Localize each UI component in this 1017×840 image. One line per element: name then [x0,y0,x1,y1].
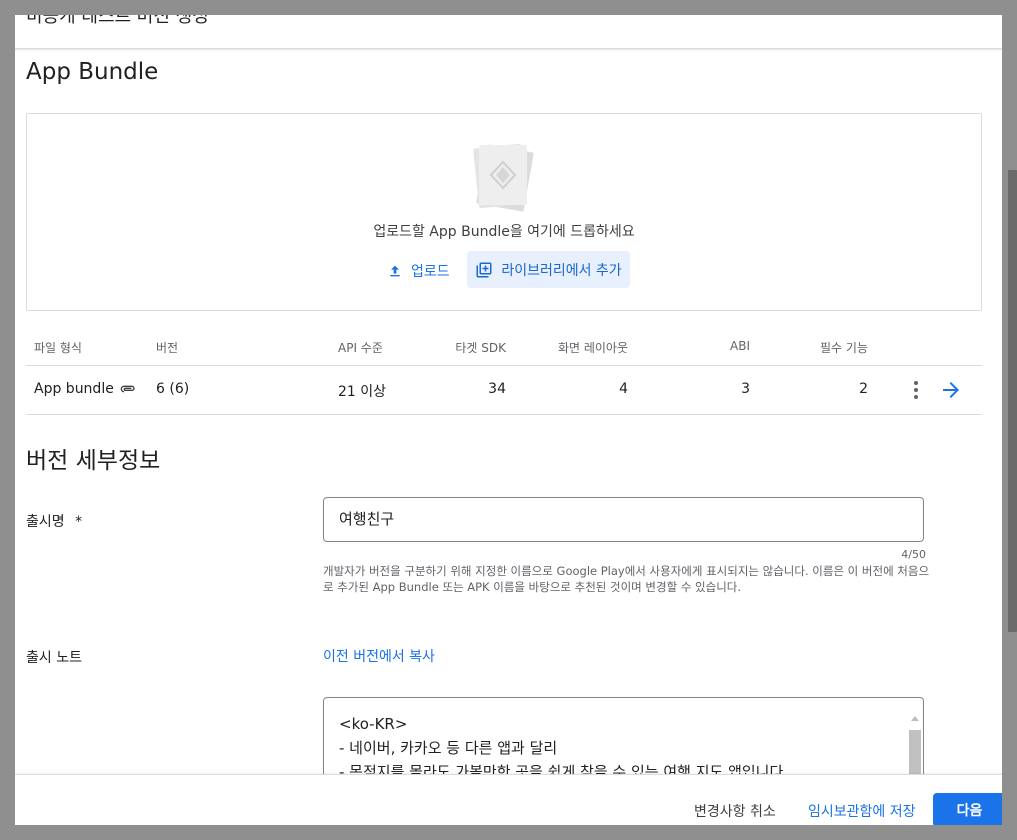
scroll-up-icon[interactable] [911,716,919,721]
upload-button[interactable]: 업로드 [379,253,458,289]
cell-file-type: App bundle [34,381,136,397]
cell-required-features: 2 [859,381,868,397]
release-name-label: 출시명 * [26,511,82,531]
cell-target-sdk: 34 [488,381,506,397]
bundle-stack-icon [473,143,534,212]
add-from-library-label: 라이브러리에서 추가 [501,262,622,279]
create-release-dialog: 비공개 테스트 버전 생성 App Bundle 업로드할 App Bundle… [15,15,1002,825]
upload-button-label: 업로드 [411,264,450,280]
character-counter: 4/50 [901,548,926,561]
copy-from-previous-link[interactable]: 이전 버전에서 복사 [323,646,435,666]
bundle-drop-zone[interactable]: 업로드할 App Bundle을 여기에 드롭하세요 업로드 라이브러리에서 추… [26,113,982,311]
notes-line: <ko-KR> [339,715,408,733]
textarea-scroll-thumb[interactable] [909,730,921,774]
release-notes-label: 출시 노트 [26,650,82,666]
release-name-helper-text: 개발자가 버전을 구분하기 위해 지정한 이름으로 Google Play에서 … [323,564,930,594]
textarea-scrollbar[interactable] [909,716,921,775]
library-add-icon [476,262,492,277]
cell-screen-layout: 4 [619,381,628,397]
cell-api-level: 21 이상 [338,384,387,400]
dialog-footer: 변경사항 취소 임시보관함에 저장 다음 [15,774,1002,825]
release-name-label-text: 출시명 [26,514,65,530]
col-screen-layout: 화면 레이아웃 [557,341,628,355]
cell-abi: 3 [741,381,750,397]
arrow-forward-icon[interactable] [939,378,963,402]
dialog-title: 비공개 테스트 버전 생성 [26,15,209,27]
dialog-content[interactable]: App Bundle 업로드할 App Bundle을 여기에 드롭하세요 업로… [15,49,1002,775]
required-mark: * [75,514,83,530]
col-required-features: 필수 기능 [820,341,868,355]
cell-version: 6 (6) [156,381,190,397]
drop-instruction: 업로드할 App Bundle을 여기에 드롭하세요 [373,224,635,240]
release-details-section-title: 버전 세부정보 [26,448,161,474]
notes-line: - 목적지를 몰라도 가볼만한 곳을 쉽게 찾을 수 있는 여행 지도 앱입니다 [339,763,784,775]
col-abi: ABI [730,339,750,353]
file-type-text: App bundle [34,381,114,397]
table-header: 파일 형식 버전 API 수준 타겟 SDK 화면 레이아웃 ABI 필수 기능 [26,327,982,366]
col-version: 버전 [156,341,179,355]
discard-changes-button[interactable]: 변경사항 취소 [694,801,776,821]
release-notes-textarea[interactable]: <ko-KR> - 네이버, 카카오 등 다른 앱과 달리 - 목적지를 몰라도… [323,697,924,775]
table-row[interactable]: App bundle 6 (6) 21 이상 34 4 3 2 [26,366,982,415]
dialog-header: 비공개 테스트 버전 생성 [15,15,1002,49]
page-scroll-thumb[interactable] [1008,170,1017,632]
notes-line: - 네이버, 카카오 등 다른 앱과 달리 [339,739,558,757]
page-scrollbar[interactable] [1002,15,1017,825]
app-bundle-section-title: App Bundle [26,59,159,85]
release-name-input[interactable]: 여행친구 [323,497,924,542]
next-button[interactable]: 다음 [933,793,1002,825]
more-vert-icon[interactable] [904,378,928,402]
save-draft-button[interactable]: 임시보관함에 저장 [808,801,916,821]
upload-icon [390,265,400,277]
attachment-icon [120,385,135,393]
col-file-type: 파일 형식 [34,341,82,355]
col-target-sdk: 타겟 SDK [455,341,506,355]
add-from-library-button[interactable]: 라이브러리에서 추가 [467,251,630,288]
col-api-level: API 수준 [338,341,383,355]
bundle-table: 파일 형식 버전 API 수준 타겟 SDK 화면 레이아웃 ABI 필수 기능… [26,327,982,415]
